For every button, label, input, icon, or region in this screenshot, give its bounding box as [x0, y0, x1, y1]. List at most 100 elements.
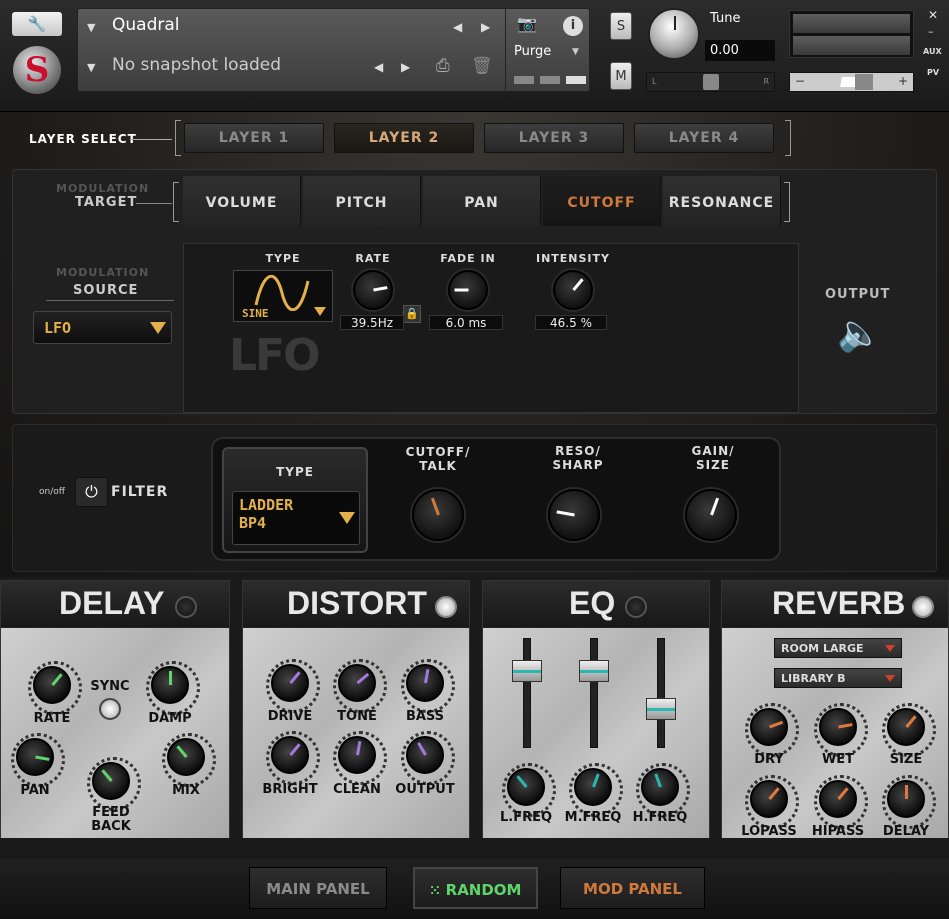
tune-knob[interactable] — [648, 8, 700, 60]
eq-lfreq-knob[interactable] — [502, 763, 556, 817]
next-snapshot-icon[interactable]: ▶ — [401, 60, 410, 74]
reverb-delay-knob[interactable] — [882, 775, 936, 829]
high-fader[interactable] — [646, 698, 676, 720]
eq-power-led[interactable] — [625, 596, 647, 618]
eq-header: EQ — [483, 581, 709, 627]
volume-minus[interactable]: − — [795, 74, 805, 88]
delay-power-led[interactable] — [175, 596, 197, 618]
tab-pitch[interactable]: PITCH — [303, 176, 421, 226]
mod-panel-button[interactable]: MOD PANEL — [560, 867, 705, 909]
aux-button[interactable]: AUX — [923, 47, 942, 56]
pv-button[interactable]: PV — [927, 68, 939, 77]
gain-knob[interactable] — [685, 489, 737, 541]
delay-rate-knob[interactable] — [28, 661, 82, 715]
delay-feedback-knob[interactable] — [87, 757, 141, 811]
minimize-icon[interactable]: – — [928, 25, 934, 38]
filter-type-select[interactable]: LADDER BP4 — [232, 491, 360, 545]
prev-snapshot-icon[interactable]: ◀ — [374, 60, 383, 74]
low-fader[interactable] — [512, 660, 542, 682]
save-snapshot-icon[interactable]: ⎙ — [436, 56, 450, 76]
intensity-knob[interactable] — [553, 270, 593, 310]
delay-damp-knob[interactable] — [146, 661, 200, 715]
close-icon[interactable]: ✕ — [928, 8, 938, 22]
delay-mix-knob[interactable] — [162, 733, 216, 787]
cutoff-knob[interactable] — [412, 489, 464, 541]
distort-bass-knob[interactable] — [401, 659, 455, 713]
intensity-value[interactable]: 46.5 % — [535, 315, 607, 330]
pan-handle[interactable] — [703, 74, 719, 90]
reverb-library-select[interactable]: LIBRARY B — [774, 668, 902, 688]
layer-4-button[interactable]: LAYER 4 — [634, 123, 774, 153]
reverb-wet-knob[interactable] — [814, 703, 868, 757]
reverb-dry-knob[interactable] — [745, 703, 799, 757]
meter-right — [793, 36, 910, 55]
mute-button[interactable]: M — [610, 62, 632, 90]
power-icon[interactable]: ⏻ — [75, 477, 108, 507]
delete-snapshot-icon[interactable]: 🗑 — [471, 56, 493, 76]
random-button[interactable]: ⁙ RANDOM — [413, 867, 538, 909]
layer-1-button[interactable]: LAYER 1 — [184, 123, 324, 153]
tab-cutoff[interactable]: CUTOFF — [543, 176, 661, 226]
mod-source-label-top: MODULATION — [56, 266, 150, 279]
mid-fader-track — [590, 638, 598, 748]
volume-slider[interactable]: − + — [789, 72, 914, 92]
eq-hfreq-knob[interactable] — [636, 763, 690, 817]
solo-button[interactable]: S — [610, 12, 632, 40]
mid-fader[interactable] — [579, 660, 609, 682]
pan-slider[interactable]: L R — [646, 72, 775, 92]
tune-value[interactable]: 0.00 — [705, 40, 775, 61]
fadein-value[interactable]: 6.0 ms — [429, 315, 503, 330]
fadein-knob[interactable] — [448, 270, 488, 310]
camera-icon[interactable]: 📷 — [514, 14, 540, 38]
distort-power-led[interactable] — [435, 596, 457, 618]
filter-type-line2: BP4 — [239, 514, 267, 532]
high-fader-track — [657, 638, 665, 748]
purge-label[interactable]: Purge — [514, 44, 551, 59]
snapshot-dropdown-icon[interactable]: ▼ — [87, 61, 95, 74]
distort-tone-knob[interactable] — [333, 659, 387, 713]
wrench-icon[interactable]: 🔧 — [12, 12, 62, 36]
delay-panel: DELAY RATE SYNC DAMP PAN FEED BACK MIX — [0, 580, 230, 838]
distort-drive-knob[interactable] — [266, 659, 320, 713]
purge-dropdown-icon[interactable]: ▼ — [572, 47, 579, 57]
tab-resonance[interactable]: RESONANCE — [663, 176, 781, 226]
distort-clean-label: CLEAN — [333, 782, 381, 797]
eq-mfreq-knob[interactable] — [569, 763, 623, 817]
distort-clean-knob[interactable] — [333, 731, 387, 785]
main-panel-button[interactable]: MAIN PANEL — [249, 867, 387, 909]
prev-instrument-icon[interactable]: ◀ — [453, 20, 462, 34]
layer-2-button[interactable]: LAYER 2 — [334, 123, 474, 153]
volume-handle[interactable] — [855, 74, 873, 90]
lock-icon[interactable]: 🔒 — [403, 305, 421, 323]
rate-knob[interactable] — [353, 270, 393, 310]
reverb-hipass-knob[interactable] — [814, 775, 868, 829]
gain-label-line1: GAIN/ — [691, 444, 735, 458]
reverb-room-value: ROOM LARGE — [781, 642, 864, 655]
instrument-name: Quadral — [112, 15, 180, 35]
chevron-down-icon — [314, 307, 326, 316]
distort-bright-knob[interactable] — [266, 731, 320, 785]
rate-value[interactable]: 39.5Hz — [340, 315, 404, 330]
mod-source-select[interactable]: LFO — [33, 311, 172, 344]
reverb-size-knob[interactable] — [882, 703, 936, 757]
reso-knob[interactable] — [548, 489, 600, 541]
instrument-dropdown-icon[interactable]: ▼ — [87, 21, 95, 34]
reverb-room-select[interactable]: ROOM LARGE — [774, 638, 902, 658]
bracket — [173, 182, 179, 222]
layer-3-button[interactable]: LAYER 3 — [484, 123, 624, 153]
reverb-power-led[interactable] — [912, 596, 934, 618]
tab-volume[interactable]: VOLUME — [183, 176, 301, 226]
memory-led — [514, 76, 534, 84]
volume-plus[interactable]: + — [898, 74, 908, 88]
next-instrument-icon[interactable]: ▶ — [481, 20, 490, 34]
delay-pan-knob[interactable] — [11, 733, 65, 787]
reverb-lopass-knob[interactable] — [745, 775, 799, 829]
delay-pan-label: PAN — [20, 783, 50, 798]
tab-pan[interactable]: PAN — [423, 176, 541, 226]
delay-rate-label: RATE — [33, 711, 71, 726]
delay-sync-toggle[interactable] — [99, 698, 121, 720]
info-icon[interactable]: i — [563, 16, 583, 36]
distort-output-knob[interactable] — [401, 731, 455, 785]
lfo-type-select[interactable]: SINE — [233, 270, 333, 322]
distort-bright-label: BRIGHT — [262, 782, 318, 797]
